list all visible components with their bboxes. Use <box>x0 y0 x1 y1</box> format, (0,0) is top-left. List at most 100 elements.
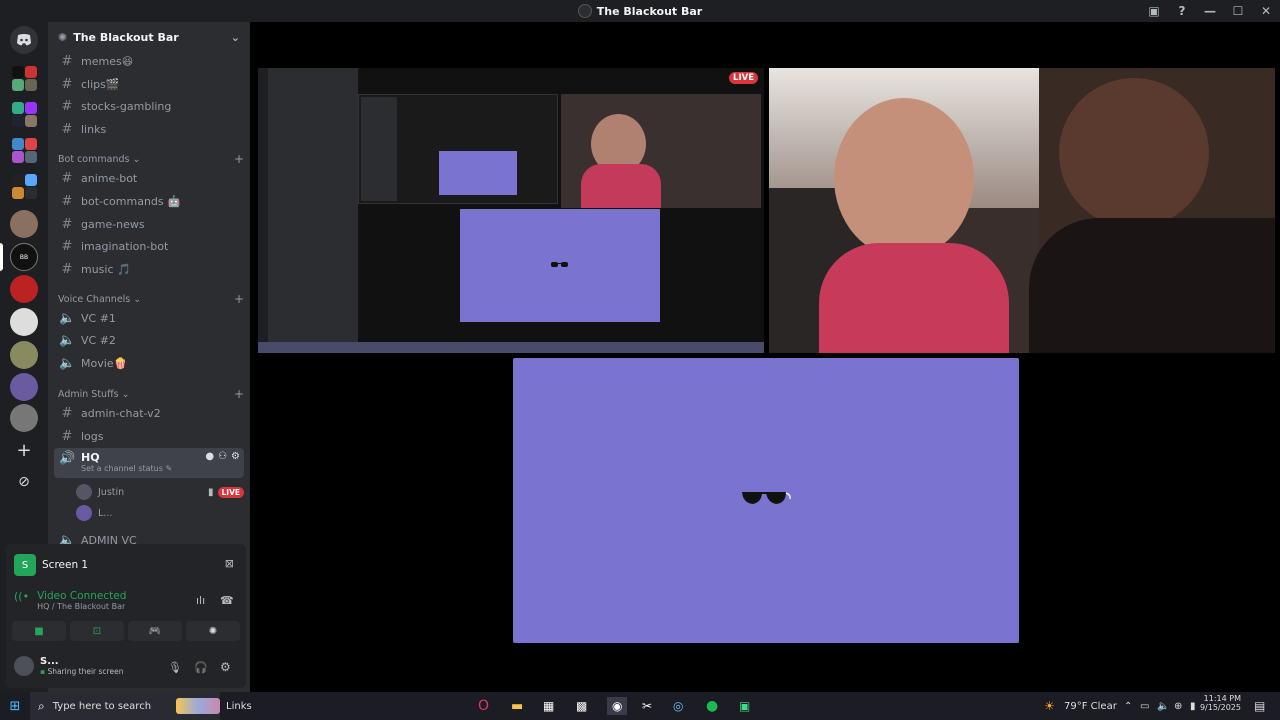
hash-icon: # <box>61 121 73 137</box>
taskbar: ⊞ ⌕ Type here to search Links O ▬ ▦ ▩ ◉ … <box>0 692 1280 720</box>
nested-screen-share <box>358 94 558 204</box>
add-channel-icon[interactable]: + <box>234 292 244 306</box>
taskbar-search[interactable]: ⌕ Type here to search <box>30 692 220 720</box>
channel-status-hint[interactable]: Set a channel status ✎ <box>81 464 172 473</box>
voice-user[interactable]: Justin ▮ LIVE <box>76 482 244 502</box>
avatar <box>76 505 92 521</box>
screen-share-tile[interactable]: LIVE <box>258 68 764 353</box>
disconnect-icon[interactable]: ☎ <box>220 594 234 607</box>
voice-status-title: Video Connected <box>37 590 127 602</box>
add-channel-icon[interactable]: + <box>234 152 244 166</box>
voice-channel-movie[interactable]: 🔈 Movie🍿 <box>54 352 244 374</box>
camera-tile[interactable] <box>769 68 1275 353</box>
search-icon: ⌕ <box>38 698 45 713</box>
server-icon[interactable] <box>10 341 38 369</box>
help-icon[interactable]: ? <box>1168 0 1196 22</box>
category-voice-channels[interactable]: Voice Channels ⌄ + <box>58 291 244 307</box>
mic-tray-icon[interactable]: ▮ <box>1190 701 1196 712</box>
chevron-down-icon[interactable]: ⌄ <box>231 31 240 44</box>
voice-connection-status[interactable]: ((• Video Connected HQ / The Blackout Ba… <box>14 590 126 611</box>
channel-logs[interactable]: # logs <box>54 425 244 447</box>
settings-icon[interactable]: ⚙ <box>231 451 240 462</box>
close-window-button[interactable]: ✕ <box>1252 0 1280 22</box>
server-folder-icon[interactable] <box>10 100 38 128</box>
activities-button[interactable]: 🎮 <box>128 621 182 641</box>
nested-sidebar <box>258 68 358 353</box>
minimize-button[interactable]: — <box>1196 0 1224 22</box>
tray-chevron-icon[interactable]: ⌃ <box>1124 701 1132 712</box>
user-name: S... <box>40 656 59 667</box>
network-icon[interactable]: ▭ <box>1140 701 1149 712</box>
voice-channel-vc1[interactable]: 🔈 VC #1 <box>54 307 244 329</box>
inbox-icon[interactable]: ▣ <box>1140 0 1168 22</box>
live-badge: LIVE <box>729 72 758 84</box>
chat-icon[interactable]: ● <box>205 451 214 462</box>
server-folder-icon[interactable] <box>10 172 38 200</box>
hash-icon: # <box>61 216 73 232</box>
server-header[interactable]: ✺ The Blackout Bar ⌄ <box>48 22 250 52</box>
voice-user-name: Justin <box>98 486 125 498</box>
soundboard-button[interactable]: ✺ <box>186 621 240 641</box>
store-icon[interactable]: ▦ <box>543 699 554 713</box>
clock[interactable]: 11:14 PM 9/15/2025 <box>1200 694 1241 712</box>
opera-icon[interactable]: O <box>478 698 489 714</box>
screen-share-button[interactable]: ⊡ <box>70 621 124 641</box>
invite-icon[interactable]: ⚇ <box>218 451 227 462</box>
discord-home-icon[interactable] <box>10 26 38 54</box>
voice-channel-vc2[interactable]: 🔈 VC #2 <box>54 329 244 351</box>
links-toolbar[interactable]: Links <box>226 701 252 712</box>
channel-anime-bot[interactable]: # anime-bot <box>54 167 244 189</box>
channel-bot-commands[interactable]: # bot-commands 🤖 <box>54 190 244 212</box>
maximize-button[interactable]: ☐ <box>1224 0 1252 22</box>
main-stream-tile[interactable] <box>513 358 1019 643</box>
server-icon[interactable] <box>10 404 38 432</box>
add-channel-icon[interactable]: + <box>234 387 244 401</box>
screen-share-title: Screen 1 <box>42 559 89 571</box>
microphone-icon[interactable]: 🎙 <box>168 661 182 674</box>
minecraft-icon[interactable]: ▩ <box>576 699 587 713</box>
channel-music[interactable]: # music 🎵 <box>54 258 244 280</box>
app-icon[interactable]: ▣ <box>739 699 750 713</box>
voice-user[interactable]: L... <box>76 503 244 523</box>
stop-screen-share-icon[interactable]: ⊠ <box>225 557 234 570</box>
user-settings-icon[interactable]: ⚙ <box>220 660 231 674</box>
server-folder-icon[interactable] <box>10 136 38 164</box>
volume-icon[interactable]: 🔈 <box>1157 701 1169 712</box>
signal-icon: ((• <box>14 590 30 603</box>
server-icon[interactable] <box>10 373 38 401</box>
capcut-icon[interactable]: ✂ <box>642 699 652 713</box>
server-icon[interactable] <box>10 308 38 336</box>
channel-links[interactable]: # links <box>54 118 244 140</box>
camera-button[interactable]: ■ <box>12 621 66 641</box>
battery-icon[interactable]: ⊕ <box>1174 701 1182 712</box>
add-server-icon[interactable]: + <box>10 436 38 464</box>
voice-channel-hq[interactable]: 🔊 HQ Set a channel status ✎ ● ⚇ ⚙ <box>54 448 244 478</box>
channel-game-news[interactable]: # game-news <box>54 213 244 235</box>
windows-start-icon[interactable]: ⊞ <box>0 699 30 714</box>
server-icon[interactable] <box>10 210 38 238</box>
steam-icon[interactable]: ◎ <box>673 699 683 713</box>
channel-label: stocks-gambling <box>81 99 172 113</box>
channel-stocks-gambling[interactable]: # stocks-gambling <box>54 95 244 117</box>
spotify-icon[interactable]: ● <box>706 698 718 714</box>
channel-memes[interactable]: # memes😆 <box>54 50 244 72</box>
headphones-icon[interactable]: 🎧 <box>194 661 208 674</box>
file-explorer-icon[interactable]: ▬ <box>511 699 523 714</box>
nested-blurple-tile <box>460 209 660 322</box>
server-icon[interactable] <box>10 275 38 303</box>
selected-server-indicator <box>0 243 3 271</box>
category-admin-stuffs[interactable]: Admin Stuffs ⌄ + <box>58 386 244 402</box>
channel-admin-chat-v2[interactable]: # admin-chat-v2 <box>54 402 244 424</box>
category-bot-commands[interactable]: Bot commands ⌄ + <box>58 151 244 167</box>
channel-clips[interactable]: # clips🎬 <box>54 73 244 95</box>
channel-imagination-bot[interactable]: # imagination-bot <box>54 235 244 257</box>
discover-icon[interactable]: ⊘ <box>10 468 38 496</box>
server-folder-icon[interactable] <box>10 64 38 92</box>
user-info[interactable]: S... ▪ Sharing their screen <box>14 656 123 676</box>
hash-icon: # <box>61 193 73 209</box>
notifications-icon[interactable]: ▤ <box>1254 699 1265 713</box>
weather-text[interactable]: 79°F Clear <box>1064 701 1117 712</box>
discord-taskbar-icon[interactable]: ◉ <box>607 697 628 715</box>
blackout-bar-server-icon[interactable]: BB <box>10 243 38 271</box>
noise-suppression-icon[interactable]: ılı <box>196 594 205 607</box>
